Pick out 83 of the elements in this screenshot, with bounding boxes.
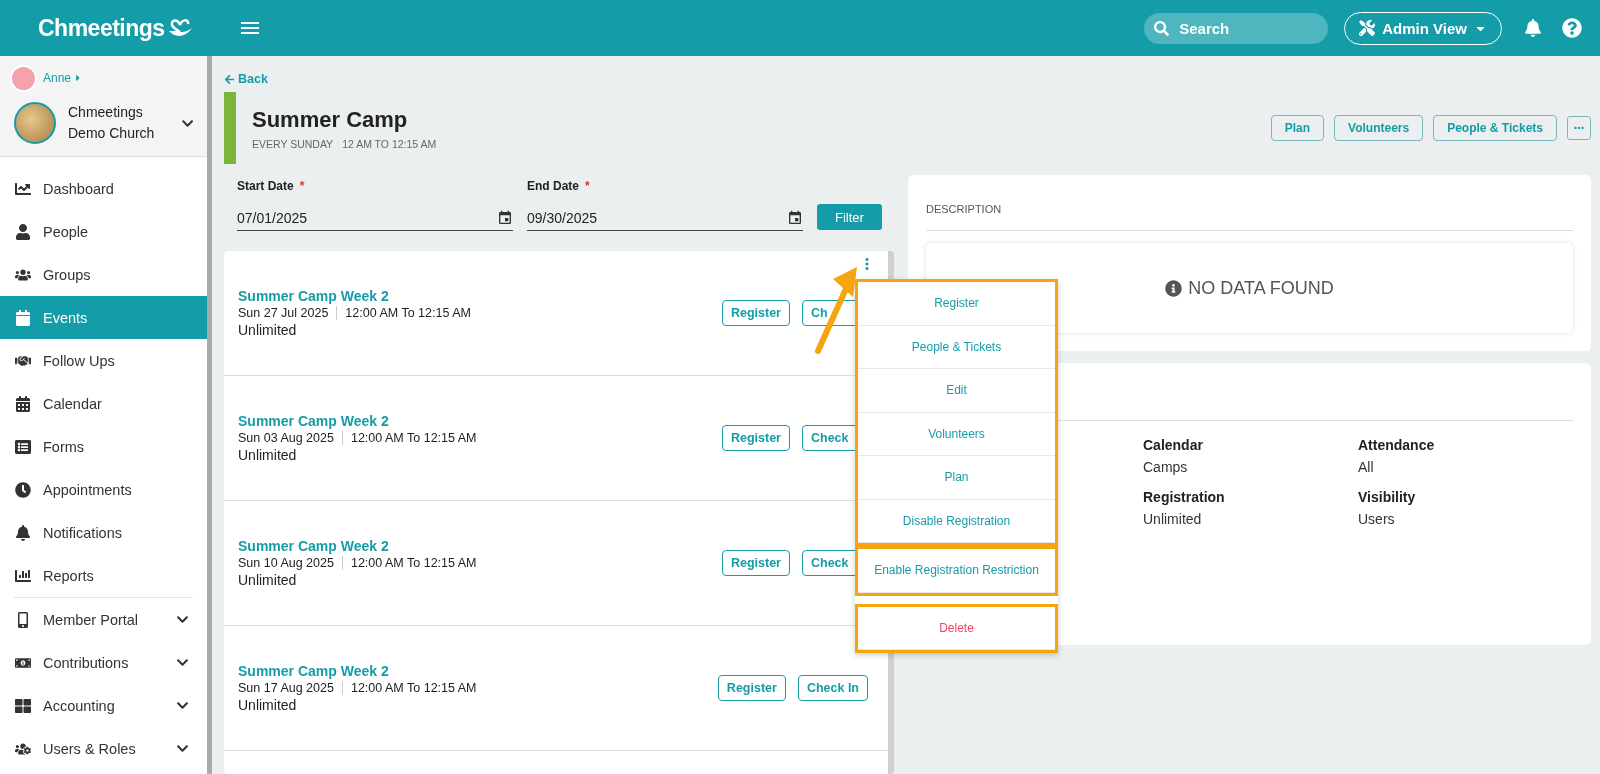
- tools-icon: [1359, 20, 1376, 36]
- event-title-link[interactable]: Summer Camp Week 2: [238, 663, 389, 679]
- event-button[interactable]: Check In: [797, 675, 868, 701]
- date-label: Start Date *: [237, 179, 306, 193]
- church-logo: [14, 102, 56, 144]
- nav-icon: [15, 223, 31, 240]
- event-capacity: Unlimited: [238, 447, 298, 463]
- detail-label: Calendar: [1143, 437, 1204, 453]
- sidebar-item[interactable]: Groups: [0, 253, 207, 296]
- event-date: Sun 03 Aug 2025: [238, 431, 343, 445]
- search-bar[interactable]: Search: [1144, 12, 1329, 44]
- logo-text: Chmeetings: [38, 14, 165, 42]
- sidebar-item[interactable]: People: [0, 210, 207, 253]
- detail-label: Visibility: [1358, 489, 1417, 505]
- calendar-icon[interactable]: [787, 209, 803, 226]
- nav-icon: [15, 481, 31, 498]
- arrow-left-icon: [224, 73, 235, 85]
- event-button[interactable]: Register: [721, 300, 790, 326]
- page-title: Summer Camp: [252, 106, 409, 133]
- hours-text: 12 AM TO 12:15 AM: [342, 137, 437, 150]
- detail-value: Unlimited: [1143, 511, 1203, 527]
- recurrence-text: EVERY SUNDAY: [252, 137, 334, 150]
- event-date: Sun 17 Aug 2025: [238, 681, 343, 695]
- sidebar-item[interactable]: Accounting: [0, 684, 207, 727]
- event-button[interactable]: Register: [721, 550, 790, 576]
- nav-icon: [15, 697, 31, 714]
- empty-message: NO DATA FOUND: [1188, 277, 1334, 299]
- sidebar-item[interactable]: Dashboard: [0, 167, 207, 210]
- sidebar-item[interactable]: Forms: [0, 425, 207, 468]
- notification-bell-icon[interactable]: [1524, 19, 1542, 37]
- nav-icon: [15, 395, 31, 412]
- search-icon: [1154, 20, 1170, 36]
- nav-icon: [15, 438, 31, 455]
- detail-label: Attendance: [1358, 437, 1436, 453]
- section-label: DESCRIPTION: [926, 197, 1573, 231]
- sidebar-item[interactable]: Notifications: [0, 511, 207, 554]
- filter-button[interactable]: Filter: [817, 204, 882, 230]
- date-label: End Date *: [527, 179, 591, 193]
- event-button[interactable]: Register: [717, 675, 786, 701]
- action-button[interactable]: Plan: [1270, 115, 1325, 141]
- nav-icon: [15, 309, 31, 326]
- event-date: Sun 10 Aug 2025: [238, 556, 343, 570]
- event-time: 12:00 AM To 12:15 AM: [350, 681, 477, 695]
- sidebar-item[interactable]: Member Portal: [0, 598, 207, 641]
- date-field[interactable]: 09/30/2025: [527, 209, 787, 226]
- sidebar-item[interactable]: Reports: [0, 554, 207, 597]
- church-name[interactable]: Chmeetings Demo Church: [68, 102, 170, 144]
- sidebar-item[interactable]: Follow Ups: [0, 339, 207, 382]
- event-time: 12:00 AM To 12:15 AM: [345, 306, 471, 320]
- search-field[interactable]: Search: [1177, 18, 1298, 38]
- user-name-link[interactable]: Anne: [43, 71, 84, 85]
- event-capacity: Unlimited: [238, 697, 298, 713]
- event-title-link[interactable]: Summer Camp Week 2: [238, 413, 389, 429]
- event-time: 12:00 AM To 12:15 AM: [350, 431, 477, 445]
- event-title-link[interactable]: Summer Camp Week 2: [238, 288, 389, 304]
- sidebar-item[interactable]: Events: [0, 296, 207, 339]
- action-button[interactable]: People & Tickets: [1433, 115, 1557, 141]
- event-capacity: Unlimited: [238, 322, 298, 338]
- action-button[interactable]: Volunteers: [1334, 115, 1424, 141]
- detail-value: Users: [1358, 511, 1396, 527]
- nav-icon: [15, 524, 31, 541]
- help-icon[interactable]: [1562, 18, 1582, 38]
- info-icon: [1165, 279, 1183, 297]
- back-link[interactable]: Back: [224, 70, 268, 88]
- more-button[interactable]: [1567, 116, 1591, 140]
- date-field[interactable]: 07/01/2025: [237, 209, 497, 226]
- event-capacity: Unlimited: [238, 572, 298, 588]
- sidebar-item[interactable]: Users & Roles: [0, 727, 207, 770]
- sidebar-item[interactable]: Contributions: [0, 641, 207, 684]
- detail-value: All: [1358, 459, 1375, 475]
- nav-icon: [15, 611, 31, 628]
- nav-icon: [15, 180, 31, 197]
- event-time: 12:00 AM To 12:15 AM: [350, 556, 477, 570]
- nav-icon: [15, 567, 31, 584]
- event-date: Sun 27 Jul 2025: [238, 306, 338, 320]
- event-button[interactable]: Register: [721, 425, 790, 451]
- sidebar-item[interactable]: Appointments: [0, 468, 207, 511]
- sidebar-item[interactable]: Calendar: [0, 382, 207, 425]
- detail-label: Registration: [1143, 489, 1226, 505]
- detail-value: Camps: [1143, 459, 1189, 475]
- user-avatar[interactable]: [10, 64, 37, 92]
- calendar-icon[interactable]: [497, 209, 513, 226]
- event-title-link[interactable]: Summer Camp Week 2: [238, 538, 389, 554]
